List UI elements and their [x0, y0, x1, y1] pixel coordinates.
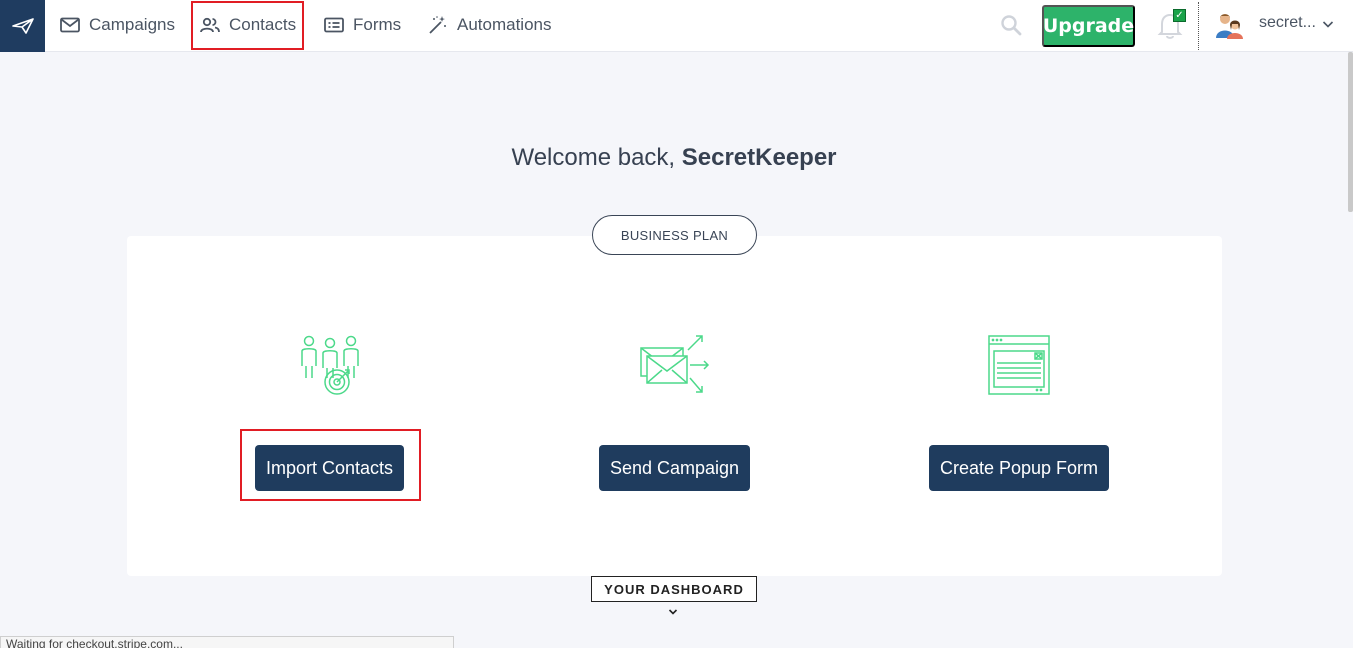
send-campaign-button[interactable]: Send Campaign [599, 445, 750, 491]
welcome-heading: Welcome back, SecretKeeper [0, 144, 1348, 172]
navbar-divider [1198, 2, 1199, 50]
paper-plane-icon [11, 18, 34, 34]
nav-automations[interactable]: Automations [428, 0, 552, 50]
form-icon [324, 17, 344, 33]
search-button[interactable] [1000, 14, 1022, 41]
chevron-down-icon [1322, 21, 1334, 28]
highlight-contacts [191, 1, 304, 50]
mail-icon [60, 17, 80, 33]
send-mail-icon [640, 335, 710, 393]
create-popup-form-button[interactable]: Create Popup Form [929, 445, 1109, 491]
highlight-import-contacts [240, 429, 421, 501]
quick-actions-card [127, 236, 1222, 576]
dashboard-section-label[interactable]: YOUR DASHBOARD [591, 576, 757, 602]
page-scrollbar[interactable] [1348, 52, 1353, 212]
chevron-down-icon [668, 609, 678, 615]
avatar[interactable] [1214, 10, 1244, 40]
nav-forms-label: Forms [353, 15, 402, 34]
contacts-target-icon [301, 335, 359, 395]
nav-forms[interactable]: Forms [324, 0, 401, 50]
popup-form-icon [988, 335, 1050, 395]
welcome-prefix: Welcome back, [511, 144, 682, 171]
nav-campaigns-label: Campaigns [89, 15, 175, 34]
notification-badge: ✓ [1173, 9, 1186, 22]
avatar-icon [1216, 14, 1243, 39]
plan-badge: BUSINESS PLAN [592, 215, 757, 255]
browser-status-bar: Waiting for checkout.stripe.com... [0, 636, 454, 648]
dashboard-expand[interactable] [667, 604, 679, 622]
user-menu-toggle[interactable] [1322, 16, 1334, 34]
user-name[interactable]: secret... [1259, 14, 1316, 32]
logo[interactable] [0, 0, 45, 52]
welcome-username: SecretKeeper [681, 144, 837, 171]
upgrade-button[interactable]: Upgrade [1042, 5, 1135, 47]
nav-automations-label: Automations [457, 15, 552, 34]
magic-wand-icon [429, 16, 446, 34]
search-icon [1001, 15, 1022, 36]
top-navbar: Campaigns Contacts Forms Automations Upg… [0, 0, 1353, 52]
nav-campaigns[interactable]: Campaigns [60, 0, 175, 50]
